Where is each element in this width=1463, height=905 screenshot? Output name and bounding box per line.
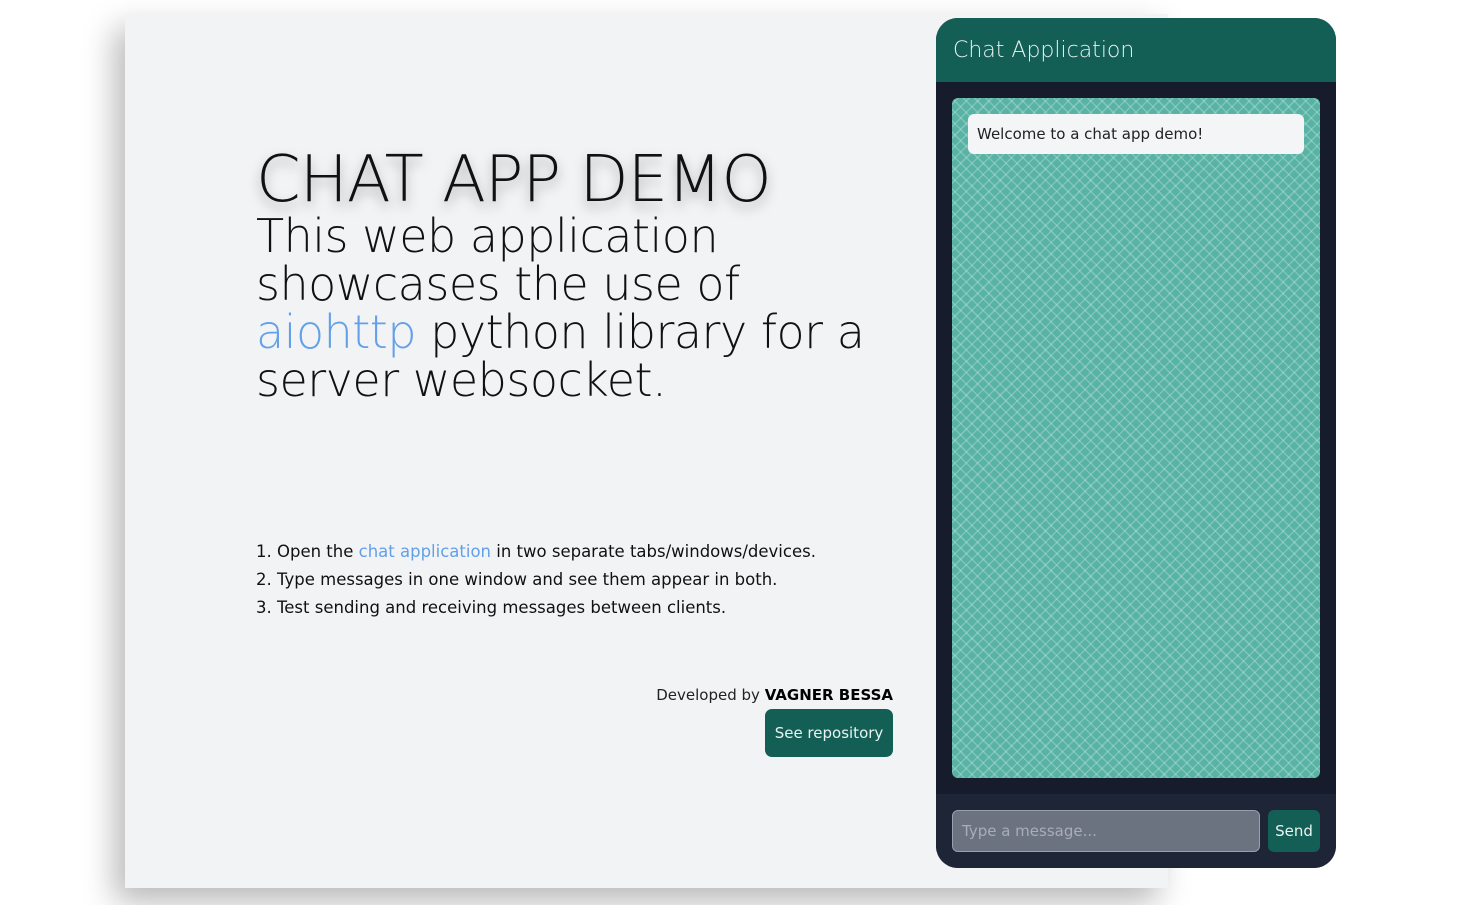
chat-panel: Chat Application Welcome to a chat app d… — [936, 18, 1336, 868]
step-number: 3. — [256, 598, 272, 617]
send-button[interactable]: Send — [1268, 810, 1320, 852]
message-input[interactable] — [952, 810, 1260, 852]
step-text: Type messages in one window and see them… — [271, 570, 778, 589]
developer-credit: Developed by VAGNER BESSA — [656, 686, 893, 704]
chat-header: Chat Application — [936, 18, 1336, 82]
page-title: CHAT APP DEMO — [256, 143, 772, 217]
see-repository-button[interactable]: See repository — [765, 709, 893, 757]
chat-title: Chat Application — [953, 37, 1135, 63]
aiohttp-link[interactable]: aiohttp — [256, 305, 417, 359]
list-item: 1. Open the chat application in two sepa… — [256, 538, 816, 566]
chat-messages-area[interactable]: Welcome to a chat app demo! — [952, 98, 1320, 778]
step-text: Open the — [271, 542, 359, 561]
author-name: VAGNER BESSA — [764, 686, 893, 704]
chat-message: Welcome to a chat app demo! — [968, 114, 1304, 154]
hero-subtitle-text: This web application showcases the use o… — [256, 209, 740, 311]
credit-prefix: Developed by — [656, 686, 765, 704]
hero-section: CHAT APP DEMO This web application showc… — [256, 140, 896, 404]
list-item: 3. Test sending and receiving messages b… — [256, 594, 816, 622]
step-number: 2. — [256, 570, 272, 589]
chat-application-link[interactable]: chat application — [359, 542, 491, 561]
instructions-list: 1. Open the chat application in two sepa… — [256, 538, 816, 622]
step-text: Test sending and receiving messages betw… — [271, 598, 727, 617]
chat-footer: Send — [936, 794, 1336, 868]
step-number: 1. — [256, 542, 272, 561]
step-text: in two separate tabs/windows/devices. — [491, 542, 816, 561]
list-item: 2. Type messages in one window and see t… — [256, 566, 816, 594]
hero-subtitle: This web application showcases the use o… — [256, 212, 896, 404]
